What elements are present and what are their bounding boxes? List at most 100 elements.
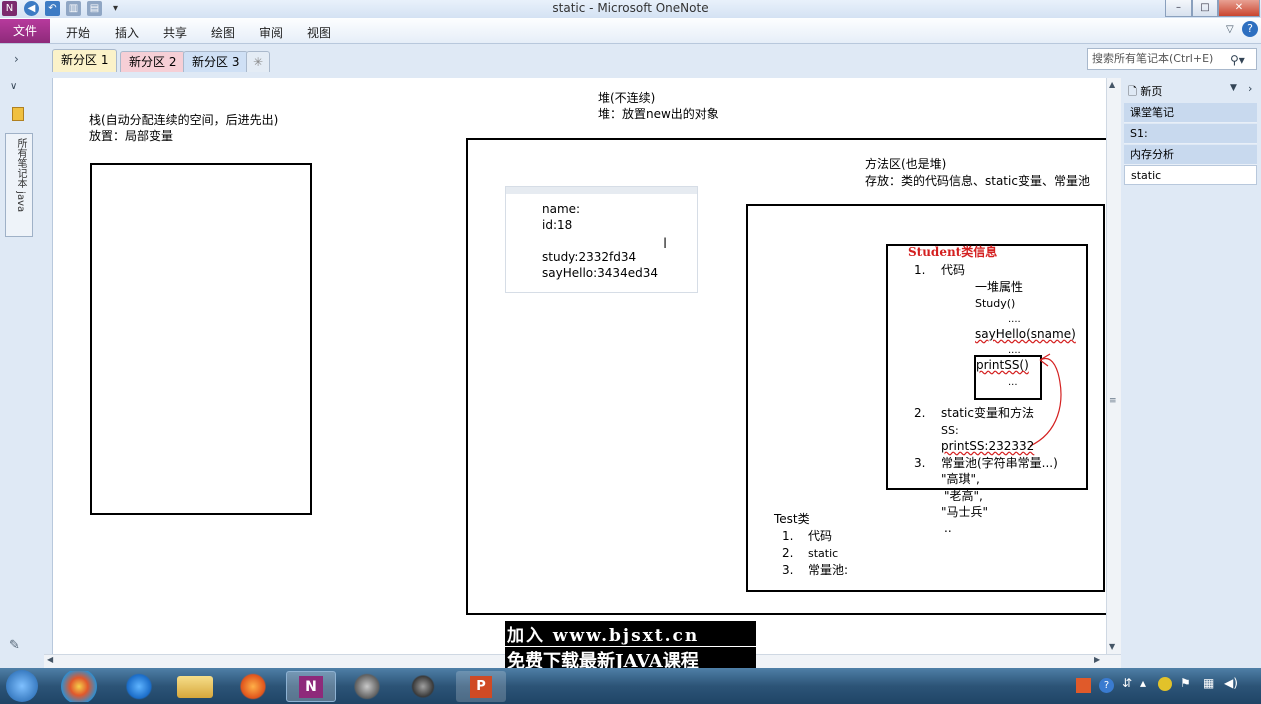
tab-section-3[interactable]: 新分区 3: [183, 51, 249, 72]
page-item-notes[interactable]: 课堂笔记: [1124, 103, 1257, 123]
start-orb-icon[interactable]: [6, 670, 38, 702]
tray-flag-icon[interactable]: ⚑: [1180, 676, 1191, 690]
method-area-title: 方法区(也是堆): [865, 157, 947, 171]
maximize-button[interactable]: □: [1192, 0, 1218, 17]
notebook-label: 所有笔记本 java: [15, 138, 26, 213]
powerpoint-icon[interactable]: P: [456, 671, 506, 702]
watermark-line-1: 加入 www.bjsxt.cn: [505, 621, 756, 646]
tab-home[interactable]: 开始: [66, 24, 90, 41]
window-title: static - Microsoft OneNote: [552, 1, 709, 15]
notebook-icon[interactable]: [12, 107, 24, 121]
scroll-up-icon[interactable]: ▲: [1109, 80, 1115, 89]
file-tab[interactable]: 文件: [0, 19, 50, 43]
student-n1: 1.: [914, 263, 926, 277]
student-static-vars: static变量和方法: [941, 406, 1034, 420]
tray-volume-icon[interactable]: ◀): [1224, 676, 1238, 690]
pool-dots: ..: [944, 521, 952, 535]
student-n2: 2.: [914, 406, 926, 420]
section-tabs-row: › 新分区 1 新分区 2 新分区 3 ✳ 搜索所有笔记本(Ctrl+E) ⚲▾: [0, 45, 1261, 73]
student-pool: 常量池(字符串常量...): [941, 456, 1058, 470]
tab-review[interactable]: 审阅: [259, 24, 283, 41]
text-cursor-icon: I: [663, 236, 668, 252]
java-ee-icon[interactable]: [342, 671, 392, 702]
new-page-dropdown-icon[interactable]: ▼: [1230, 83, 1237, 93]
object-sayhello: sayHello:3434ed34: [542, 266, 658, 280]
minimize-button[interactable]: –: [1165, 0, 1192, 17]
tab-share[interactable]: 共享: [163, 24, 187, 41]
object-study: study:2332fd34: [542, 250, 637, 264]
folder-icon[interactable]: [177, 676, 213, 698]
object-note-container[interactable]: name: id:18 study:2332fd34 sayHello:3434…: [505, 186, 698, 293]
new-page-button[interactable]: 🗋 新页: [1128, 83, 1162, 102]
tray-app-icon[interactable]: [1076, 678, 1091, 693]
stack-title: 栈(自动分配连续的空间，后进先出): [89, 113, 279, 127]
red-arrow-ink: [1029, 353, 1062, 447]
scroll-right-icon[interactable]: ▶: [1094, 655, 1100, 664]
onenote-icon[interactable]: N: [286, 671, 336, 702]
heap-put-text: 堆：放置new出的对象: [598, 107, 719, 121]
pool-string-1: "高琪",: [941, 472, 980, 486]
firefox-icon[interactable]: [228, 671, 278, 702]
stack-box: [90, 163, 312, 515]
student-n3: 3.: [914, 456, 926, 470]
ribbon-expand-icon[interactable]: ▽: [1226, 24, 1234, 35]
student-dots1: ....: [1008, 314, 1021, 325]
student-sayhello: sayHello(sname): [975, 327, 1076, 341]
test-n1: 1.: [782, 529, 794, 543]
taskbar: N P ? ⇵ ▴ ⚑ ▦ ◀): [0, 668, 1261, 704]
tray-expand-icon[interactable]: ▴: [1140, 676, 1146, 690]
scroll-left-icon[interactable]: ◀: [47, 655, 53, 664]
nav-arrow-icon[interactable]: ∨: [10, 81, 17, 92]
object-id: id:18: [542, 218, 573, 232]
tab-draw[interactable]: 绘图: [211, 24, 235, 41]
student-dots3: ...: [1008, 377, 1018, 388]
new-section-tab[interactable]: ✳: [246, 51, 271, 72]
watermark: 加入 www.bjsxt.cn 免费下载最新JAVA课程: [505, 619, 756, 673]
tray-status-icon[interactable]: [1158, 677, 1172, 691]
notebook-java[interactable]: 所有笔记本 java: [5, 133, 33, 237]
page-item-static[interactable]: static: [1124, 165, 1257, 185]
heap-title: 堆(不连续): [598, 91, 656, 105]
tab-section-1[interactable]: 新分区 1: [52, 49, 118, 72]
new-page-label: 新页: [1140, 85, 1163, 98]
search-icon[interactable]: ⚲▾: [1230, 53, 1245, 67]
tab-section-2[interactable]: 新分区 2: [120, 51, 186, 72]
student-printss-value: printSS:232332: [941, 439, 1035, 453]
camera-icon[interactable]: [398, 671, 448, 702]
student-code: 代码: [941, 263, 966, 277]
student-ss: SS:: [941, 424, 959, 437]
close-button[interactable]: ✕: [1218, 0, 1260, 17]
test-class-title: Test类: [774, 512, 810, 526]
test-n2: 2.: [782, 546, 794, 560]
page-item-memory[interactable]: 内存分析: [1124, 145, 1257, 165]
vertical-scrollbar[interactable]: ▲ ≡ ▼: [1106, 78, 1121, 654]
page-item-s1[interactable]: S1:: [1124, 124, 1257, 144]
tray-network-icon[interactable]: ▦: [1203, 676, 1214, 690]
tray-help-icon[interactable]: ?: [1099, 678, 1114, 693]
test-code: 代码: [808, 529, 833, 543]
test-static: static: [808, 547, 839, 560]
student-study: Study(): [975, 297, 1016, 310]
tab-view[interactable]: 视图: [307, 24, 331, 41]
tab-insert[interactable]: 插入: [115, 24, 139, 41]
collapse-pane-icon[interactable]: ›: [1248, 82, 1252, 95]
scroll-thumb-grip-icon[interactable]: ≡: [1109, 396, 1117, 406]
scroll-down-icon[interactable]: ▼: [1109, 642, 1115, 651]
expand-nav-icon[interactable]: ›: [14, 52, 19, 66]
explorer-multi-icon[interactable]: [54, 671, 104, 702]
ie-icon[interactable]: [114, 671, 164, 702]
object-name: name:: [542, 202, 581, 216]
tray-arrows-icon[interactable]: ⇵: [1122, 676, 1132, 690]
page-canvas[interactable]: 栈(自动分配连续的空间，后进先出) 放置：局部变量 堆(不连续) 堆：放置new…: [52, 78, 1106, 654]
pages-pane: 🗋 新页 ▼ › 课堂笔记 S1: 内存分析 static: [1122, 73, 1261, 668]
new-page-icon: 🗋: [1128, 85, 1137, 98]
test-pool: 常量池:: [808, 563, 849, 577]
pool-string-2: "老高",: [944, 489, 983, 503]
container-handle[interactable]: [506, 187, 697, 194]
help-icon[interactable]: ?: [1242, 21, 1258, 37]
ribbon-tabs: 文件 开始 插入 共享 绘图 审阅 视图 ▽ ?: [0, 18, 1261, 44]
unfiled-notes-icon[interactable]: ✎: [9, 638, 20, 653]
student-class-title: Student类信息: [908, 245, 998, 259]
notebook-nav: ∨ 所有笔记本 java ✎: [0, 73, 38, 668]
student-props: 一堆属性: [975, 280, 1024, 294]
